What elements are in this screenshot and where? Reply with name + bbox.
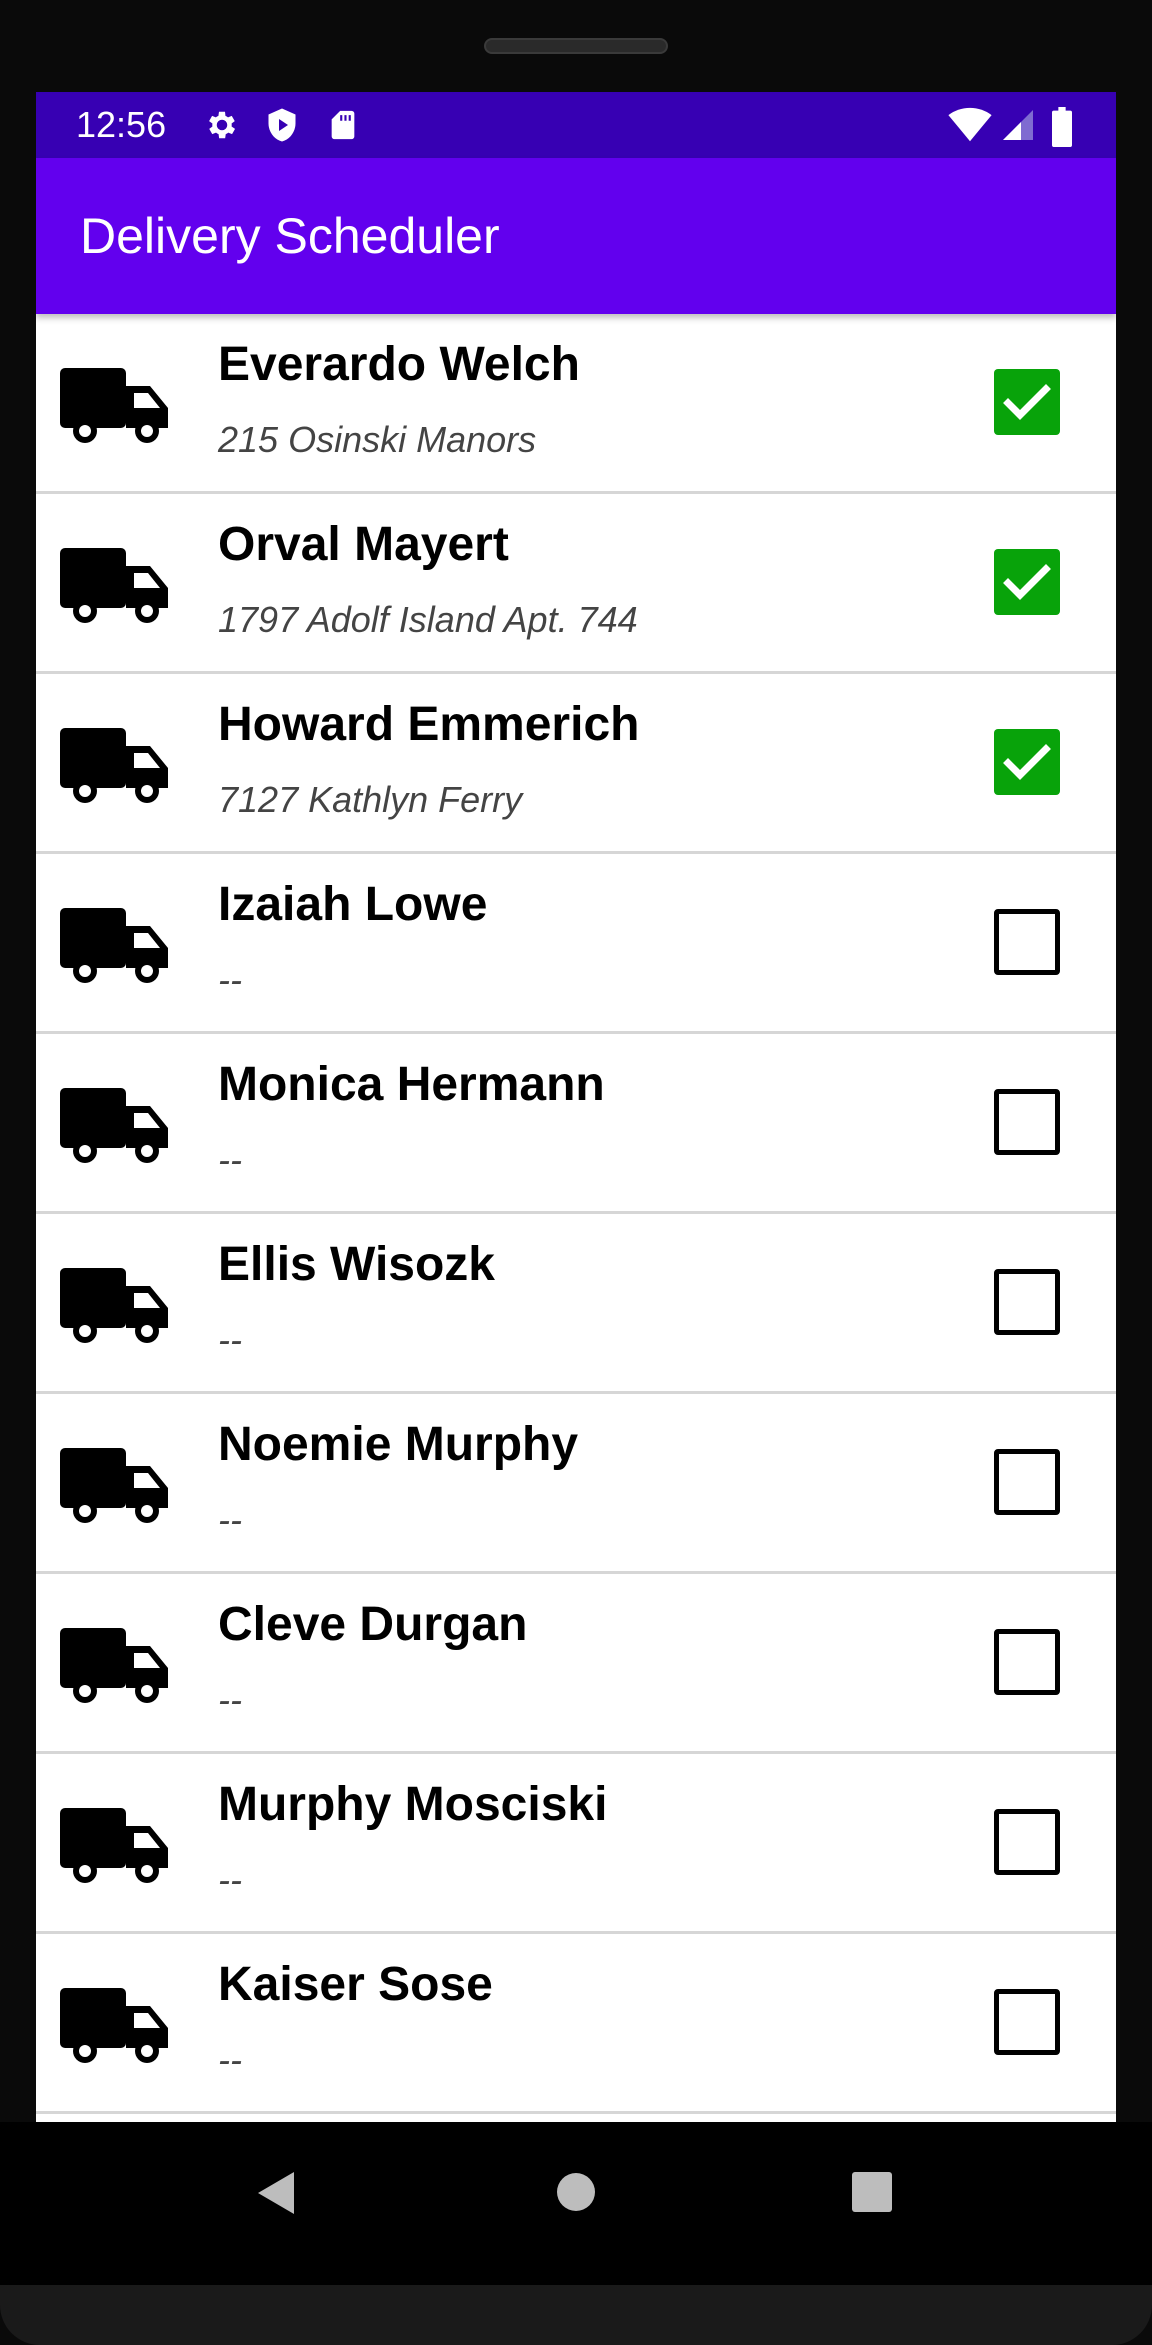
delivery-row[interactable]: Murphy Mosciski -- xyxy=(36,1754,1116,1934)
delivery-address: -- xyxy=(218,1679,242,1720)
delivery-address: 215 Osinski Manors xyxy=(218,419,537,460)
checkmark-icon xyxy=(1003,564,1051,600)
delivery-row[interactable]: Monica Hermann -- xyxy=(36,1034,1116,1214)
sd-card-icon xyxy=(331,110,355,140)
customer-name: Everardo Welch xyxy=(218,338,580,391)
truck-icon xyxy=(60,1268,168,1343)
delivered-checkbox-checked[interactable] xyxy=(994,549,1060,615)
truck-icon xyxy=(60,728,168,803)
battery-icon xyxy=(1052,107,1072,147)
checkmark-icon xyxy=(1003,384,1051,420)
truck-icon xyxy=(60,1808,168,1883)
recents-icon[interactable] xyxy=(852,2172,892,2212)
delivery-address: -- xyxy=(218,1139,242,1180)
delivery-row[interactable]: Howard Emmerich 7127 Kathlyn Ferry xyxy=(36,674,1116,854)
delivery-address: -- xyxy=(218,1319,242,1360)
wifi-icon xyxy=(948,107,992,142)
back-icon[interactable] xyxy=(254,2168,300,2218)
delivered-checkbox-unchecked[interactable] xyxy=(994,1989,1060,2055)
device-chin xyxy=(0,2285,1152,2345)
delivered-checkbox-checked[interactable] xyxy=(994,369,1060,435)
delivered-checkbox-checked[interactable] xyxy=(994,729,1060,795)
delivery-address: -- xyxy=(218,959,242,1000)
delivery-row[interactable]: Orval Mayert 1797 Adolf Island Apt. 744 xyxy=(36,494,1116,674)
delivery-address: -- xyxy=(218,1859,242,1900)
delivery-row[interactable]: Kaiser Sose -- xyxy=(36,1934,1116,2114)
truck-icon xyxy=(60,1088,168,1163)
customer-name: Murphy Mosciski xyxy=(218,1778,608,1831)
delivered-checkbox-unchecked[interactable] xyxy=(994,1089,1060,1155)
cell-signal-icon xyxy=(1003,110,1033,140)
home-icon[interactable] xyxy=(556,2172,596,2212)
truck-icon xyxy=(60,1988,168,2063)
delivery-row[interactable]: Cleve Durgan -- xyxy=(36,1574,1116,1754)
truck-icon xyxy=(60,1448,168,1523)
delivery-row[interactable]: Everardo Welch 215 Osinski Manors xyxy=(36,314,1116,494)
customer-name: Orval Mayert xyxy=(218,518,509,571)
delivered-checkbox-unchecked[interactable] xyxy=(994,909,1060,975)
truck-icon xyxy=(60,368,168,443)
delivery-row[interactable]: Ellis Wisozk -- xyxy=(36,1214,1116,1394)
customer-name: Noemie Murphy xyxy=(218,1418,579,1471)
delivery-address: -- xyxy=(218,2039,242,2080)
customer-name: Ellis Wisozk xyxy=(218,1238,495,1291)
truck-icon xyxy=(60,548,168,623)
delivered-checkbox-unchecked[interactable] xyxy=(994,1269,1060,1335)
shield-play-icon xyxy=(268,108,296,142)
truck-icon xyxy=(60,908,168,983)
status-bar: 12:56 xyxy=(36,92,1116,158)
delivered-checkbox-unchecked[interactable] xyxy=(994,1809,1060,1875)
phone-screen: 12:56 Delivery Scheduler Everardo Welch … xyxy=(36,92,1116,2122)
delivery-address: 1797 Adolf Island Apt. 744 xyxy=(218,599,638,640)
delivery-list: Everardo Welch 215 Osinski Manors Orval … xyxy=(36,314,1116,2114)
delivery-address: -- xyxy=(218,1499,242,1540)
navigation-bar xyxy=(0,2122,1152,2285)
app-title: Delivery Scheduler xyxy=(80,208,500,264)
delivered-checkbox-unchecked[interactable] xyxy=(994,1449,1060,1515)
customer-name: Howard Emmerich xyxy=(218,698,640,751)
truck-icon xyxy=(60,1628,168,1703)
customer-name: Monica Hermann xyxy=(218,1058,605,1111)
delivery-row[interactable]: Izaiah Lowe -- xyxy=(36,854,1116,1034)
earpiece-speaker xyxy=(484,38,668,54)
customer-name: Kaiser Sose xyxy=(218,1958,493,2011)
status-time: 12:56 xyxy=(76,104,167,145)
delivered-checkbox-unchecked[interactable] xyxy=(994,1629,1060,1695)
app-bar: Delivery Scheduler xyxy=(36,158,1116,314)
customer-name: Izaiah Lowe xyxy=(218,878,488,931)
delivery-row[interactable]: Noemie Murphy -- xyxy=(36,1394,1116,1574)
delivery-address: 7127 Kathlyn Ferry xyxy=(218,779,523,820)
checkmark-icon xyxy=(1003,744,1051,780)
customer-name: Cleve Durgan xyxy=(218,1598,528,1651)
settings-gear-icon xyxy=(209,111,236,139)
